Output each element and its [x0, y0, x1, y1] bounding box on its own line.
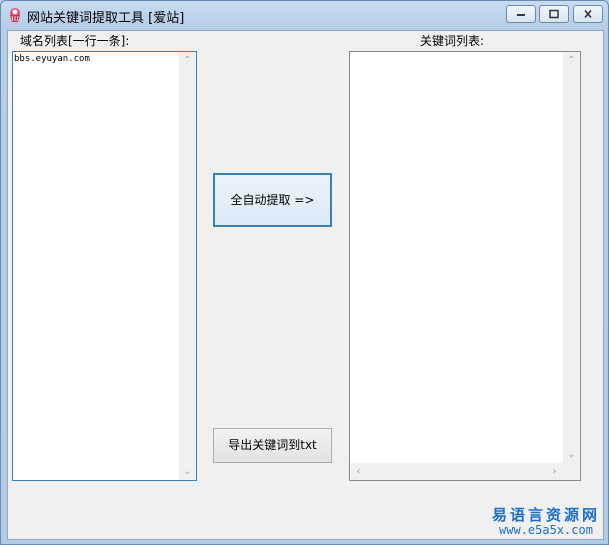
scroll-right-icon[interactable]: ›	[546, 463, 563, 480]
watermark: 易语言资源网 www.e5a5x.com	[492, 508, 600, 538]
app-window: 网站关键词提取工具 [爱站] 域名列表[一行一条]: 关键词列表: bbs.ey…	[0, 0, 609, 545]
keyword-list-label: 关键词列表:	[420, 34, 485, 48]
scroll-left-icon[interactable]: ‹	[350, 463, 367, 480]
cupcake-app-icon	[10, 8, 20, 22]
maximize-icon	[549, 9, 559, 19]
title-bar[interactable]: 网站关键词提取工具 [爱站]	[1, 1, 608, 30]
domain-list-textbox[interactable]: bbs.eyuyan.com ⌃ ⌄	[12, 51, 197, 481]
maximize-button[interactable]	[539, 5, 569, 23]
export-txt-button[interactable]: 导出关键词到txt	[213, 428, 332, 463]
scroll-down-icon[interactable]: ⌄	[563, 446, 580, 463]
keyword-list-vscrollbar[interactable]: ⌃ ⌄	[563, 52, 580, 463]
scroll-down-icon[interactable]: ⌄	[179, 463, 196, 480]
domain-list-text: bbs.eyuyan.com	[14, 54, 90, 64]
window-title: 网站关键词提取工具 [爱站]	[27, 11, 185, 26]
domain-list-label: 域名列表[一行一条]:	[20, 34, 130, 48]
scroll-up-icon[interactable]: ⌃	[563, 52, 580, 69]
keyword-list-textbox[interactable]: ⌃ ⌄ ‹ ›	[349, 51, 581, 481]
domain-list-vscrollbar[interactable]: ⌃ ⌄	[179, 52, 196, 480]
client-area: 域名列表[一行一条]: 关键词列表: bbs.eyuyan.com ⌃ ⌄ 全自…	[7, 30, 604, 540]
watermark-url: www.e5a5x.com	[499, 523, 593, 537]
keyword-list-hscrollbar[interactable]: ‹ ›	[350, 463, 563, 480]
minimize-button[interactable]	[506, 5, 536, 23]
auto-extract-button[interactable]: 全自动提取 =>	[213, 173, 332, 227]
close-icon	[584, 9, 592, 19]
scrollbar-corner	[563, 463, 580, 480]
watermark-name: 易语言资源网	[491, 506, 600, 524]
close-button[interactable]	[573, 5, 603, 23]
minimize-icon	[517, 14, 525, 16]
scroll-up-icon[interactable]: ⌃	[179, 52, 196, 69]
